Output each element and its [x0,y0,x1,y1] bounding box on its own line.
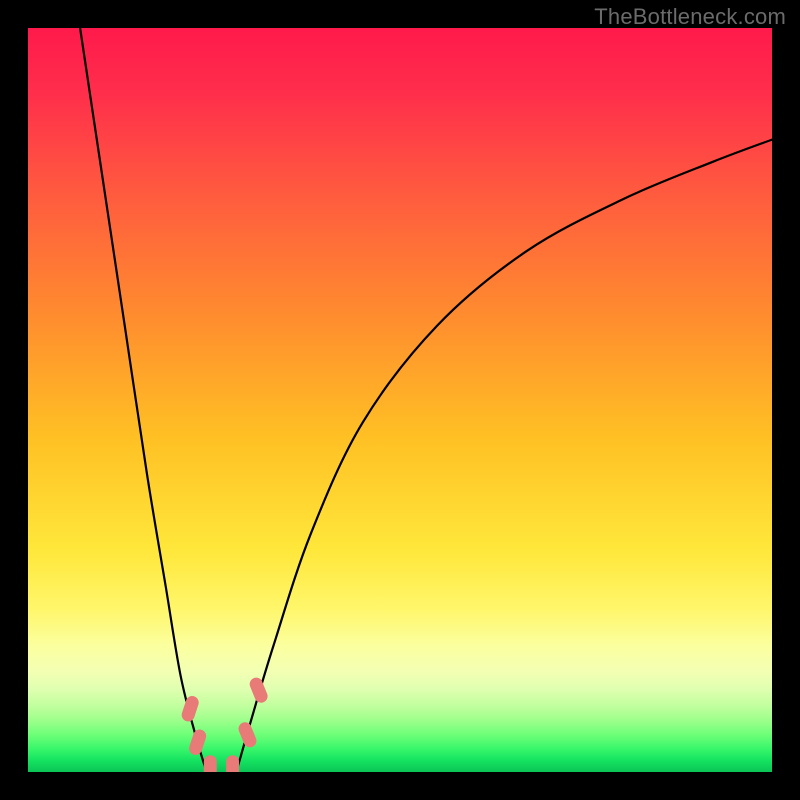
marker-trough-right [226,755,239,772]
chart-frame: TheBottleneck.com [0,0,800,800]
marker-trough-left [204,755,217,772]
bottleneck-curve-chart [28,28,772,772]
gradient-background [28,28,772,772]
plot-area [28,28,772,772]
watermark-text: TheBottleneck.com [594,4,786,30]
